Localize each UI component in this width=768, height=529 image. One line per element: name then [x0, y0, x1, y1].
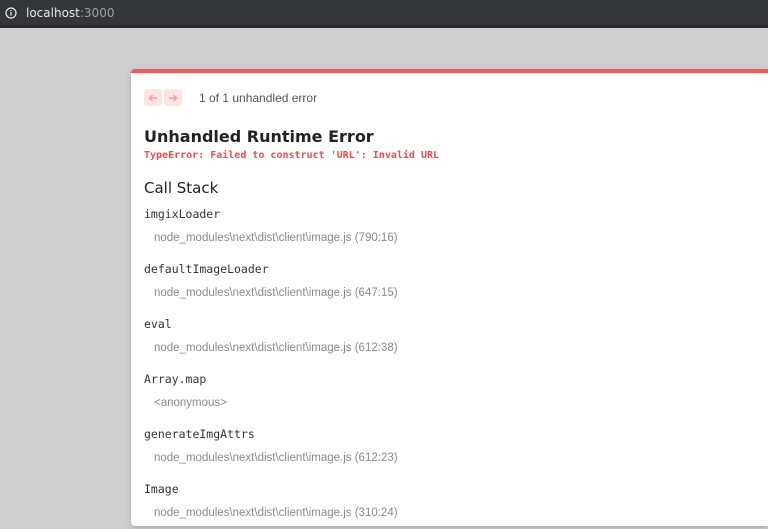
error-pagination: 1 of 1 unhandled error — [144, 89, 317, 106]
stack-frame-function: generateImgAttrs — [144, 427, 255, 441]
stack-frame-location[interactable]: node_modules\next\dist\client\image.js (… — [154, 232, 398, 244]
url-port: :3000 — [79, 5, 115, 20]
browser-address-bar: localhost:3000 — [0, 0, 768, 28]
error-title: Unhandled Runtime Error — [144, 127, 374, 146]
stack-frame-location[interactable]: node_modules\next\dist\client\image.js (… — [154, 452, 398, 464]
stack-frame-function: defaultImageLoader — [144, 262, 269, 276]
arrow-right-icon — [169, 94, 178, 101]
stack-frame-function: Array.map — [144, 372, 207, 386]
error-overlay-backdrop: 1 of 1 unhandled error Unhandled Runtime… — [0, 28, 768, 529]
stack-frame-location[interactable]: node_modules\next\dist\client\image.js (… — [154, 342, 398, 354]
url-text[interactable]: localhost:3000 — [26, 6, 114, 20]
call-stack-heading: Call Stack — [144, 179, 219, 197]
stack-frame-location[interactable]: node_modules\next\dist\client\image.js (… — [154, 287, 398, 299]
stack-frame-function: Image — [144, 482, 179, 496]
stack-frame-function: imgixLoader — [144, 207, 221, 221]
arrow-left-icon — [148, 94, 157, 101]
stack-frame[interactable]: generateImgAttrs node_modules\next\dist\… — [144, 427, 744, 482]
stack-frame[interactable]: defaultImageLoader node_modules\next\dis… — [144, 262, 744, 317]
call-stack-list: imgixLoader node_modules\next\dist\clien… — [144, 207, 744, 526]
stack-frame[interactable]: Image node_modules\next\dist\client\imag… — [144, 482, 744, 526]
stack-frame[interactable]: Array.map <anonymous> — [144, 372, 744, 427]
error-message: TypeError: Failed to construct 'URL': In… — [144, 150, 440, 161]
previous-error-button[interactable] — [144, 89, 162, 106]
error-count-label: 1 of 1 unhandled error — [199, 90, 318, 105]
stack-frame-location[interactable]: node_modules\next\dist\client\image.js (… — [154, 507, 398, 519]
stack-frame[interactable]: imgixLoader node_modules\next\dist\clien… — [144, 207, 744, 262]
error-dialog: 1 of 1 unhandled error Unhandled Runtime… — [131, 69, 768, 526]
stack-frame[interactable]: eval node_modules\next\dist\client\image… — [144, 317, 744, 372]
url-host: localhost — [26, 5, 80, 20]
stack-frame-location: <anonymous> — [154, 397, 227, 409]
stack-frame-function: eval — [144, 317, 172, 331]
info-circle-icon[interactable] — [5, 6, 17, 19]
next-error-button[interactable] — [164, 89, 182, 106]
